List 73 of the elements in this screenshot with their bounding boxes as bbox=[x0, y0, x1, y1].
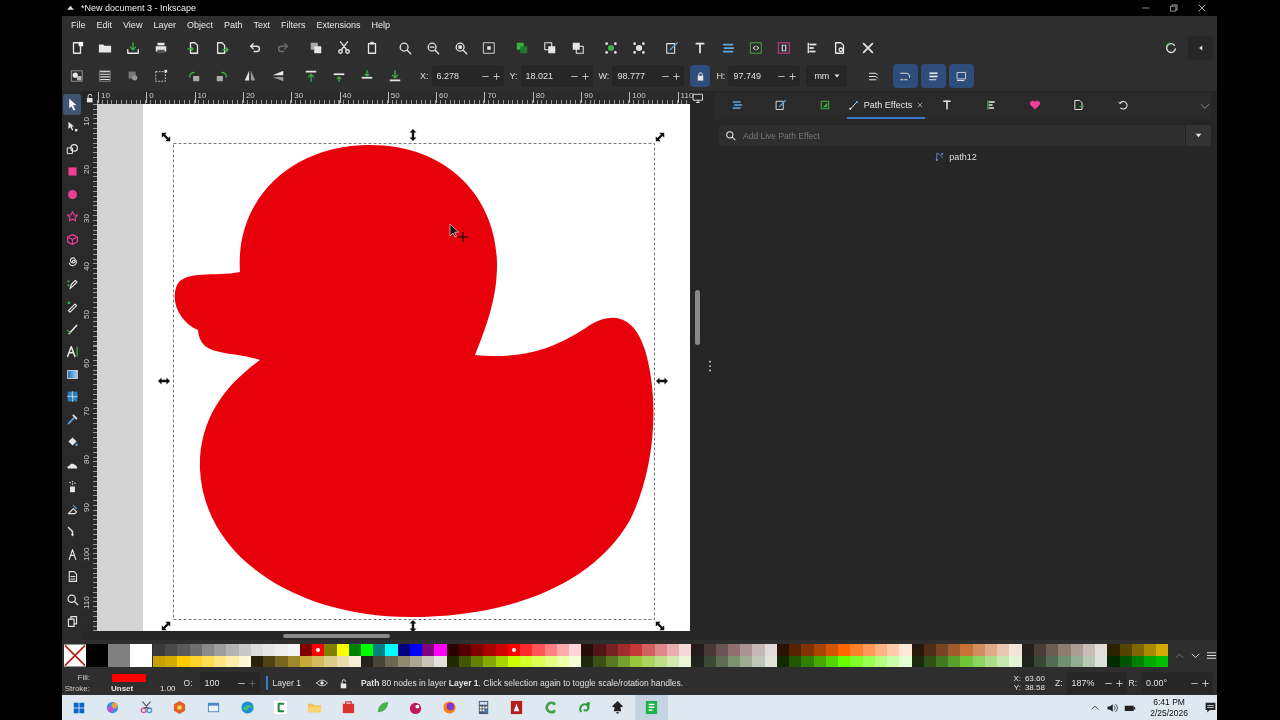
menu-item[interactable]: Filters bbox=[275, 20, 312, 30]
unit-dropdown[interactable]: mm bbox=[806, 65, 848, 87]
clock-date: 2/25/2026 bbox=[1150, 707, 1188, 719]
coordinate-value: 38.58 bbox=[1023, 683, 1045, 692]
clock-time: 6:41 PM bbox=[1153, 696, 1185, 708]
rotation-label: R: bbox=[1128, 678, 1137, 688]
ruler-label: 80 bbox=[83, 455, 91, 465]
ruler-label: 100 bbox=[83, 547, 91, 561]
number-input[interactable]: 18.021 bbox=[525, 71, 568, 81]
number-input[interactable]: 0.00° bbox=[1146, 678, 1188, 688]
stroke-width[interactable]: 1.00 bbox=[160, 684, 176, 693]
ruler-label: 50 bbox=[83, 310, 91, 320]
stroke-label: Stroke: bbox=[64, 684, 90, 693]
coordinate-label: Y: bbox=[1012, 683, 1021, 692]
ruler-label: 30 bbox=[291, 92, 304, 103]
number-input[interactable]: 97.749 bbox=[733, 71, 776, 81]
zoom-label: Z: bbox=[1054, 678, 1063, 688]
ruler-label: 70 bbox=[83, 406, 91, 416]
fill-label: Fill: bbox=[76, 673, 90, 682]
stroke-value[interactable]: Unset bbox=[90, 684, 148, 693]
list-item[interactable]: path12 bbox=[949, 151, 977, 162]
search-input[interactable]: Add Live Path Effect bbox=[741, 129, 1180, 142]
layer-selector[interactable]: Layer 1 bbox=[265, 676, 301, 690]
ruler-label: 110 bbox=[677, 92, 694, 103]
ruler-label: 10 bbox=[83, 117, 91, 126]
number-input[interactable]: 6.278 bbox=[436, 71, 479, 81]
menu-item[interactable]: View bbox=[118, 20, 149, 30]
status-message: Path 80 nodes in layer Layer 1. Click selection again to toggle scale/rotation handles. bbox=[360, 678, 684, 688]
ruler-label: 70 bbox=[484, 92, 497, 103]
ruler-label: 80 bbox=[532, 92, 545, 103]
coordinate-label: X: bbox=[1012, 674, 1021, 683]
field-label: H: bbox=[716, 71, 726, 81]
ruler-label: 40 bbox=[83, 262, 91, 271]
ruler-label: 90 bbox=[83, 503, 91, 513]
ruler-label: 50 bbox=[387, 92, 400, 103]
coordinate-value: 63.60 bbox=[1023, 674, 1045, 683]
field-label: W: bbox=[598, 71, 610, 81]
menu-item[interactable]: Object bbox=[181, 20, 219, 30]
number-input[interactable]: 187% bbox=[1071, 678, 1102, 688]
panel-tab[interactable]: Path Effects bbox=[847, 93, 925, 119]
menu-item[interactable]: Text bbox=[248, 20, 276, 30]
ruler-label: 20 bbox=[83, 165, 91, 175]
menu-item[interactable]: Path bbox=[218, 20, 249, 30]
search-field[interactable]: Add Live Path Effect bbox=[719, 125, 1211, 146]
menu-item[interactable]: Help bbox=[366, 20, 396, 30]
number-field[interactable]: 18.021 bbox=[520, 65, 593, 87]
field-label: X: bbox=[420, 71, 429, 81]
menu-item[interactable]: Extensions bbox=[311, 20, 367, 30]
number-field[interactable]: 0.00° bbox=[1141, 672, 1213, 694]
ruler-label: 100 bbox=[629, 92, 646, 103]
menu-item[interactable]: Layer bbox=[148, 20, 182, 30]
opacity-label: O: bbox=[183, 678, 193, 688]
ruler-label: 110 bbox=[83, 596, 91, 609]
menu-item[interactable]: File bbox=[66, 20, 92, 30]
number-field[interactable]: 187% bbox=[1066, 672, 1127, 694]
ruler-label: 40 bbox=[339, 92, 352, 103]
number-field[interactable]: 100 bbox=[199, 672, 260, 694]
menu-item[interactable]: Edit bbox=[91, 20, 119, 30]
number-input[interactable]: 100 bbox=[204, 678, 235, 688]
number-field[interactable]: 97.749 bbox=[728, 65, 801, 87]
ruler-label: 30 bbox=[83, 213, 91, 223]
ruler-label: 20 bbox=[242, 92, 255, 103]
ruler-label: 90 bbox=[581, 92, 593, 103]
ruler-label: 0 bbox=[146, 92, 154, 103]
ruler-label: 10 bbox=[98, 92, 110, 103]
window-title: *New document 3 - Inkscape bbox=[81, 3, 197, 13]
number-field[interactable]: 98.777 bbox=[612, 65, 685, 87]
ruler-label: 60 bbox=[83, 358, 91, 368]
ruler-label: 60 bbox=[436, 92, 448, 103]
ruler-label: 10 bbox=[194, 92, 207, 103]
field-label: Y: bbox=[509, 71, 518, 81]
number-field[interactable]: 6.278 bbox=[431, 65, 504, 87]
number-input[interactable]: 98.777 bbox=[617, 71, 660, 81]
